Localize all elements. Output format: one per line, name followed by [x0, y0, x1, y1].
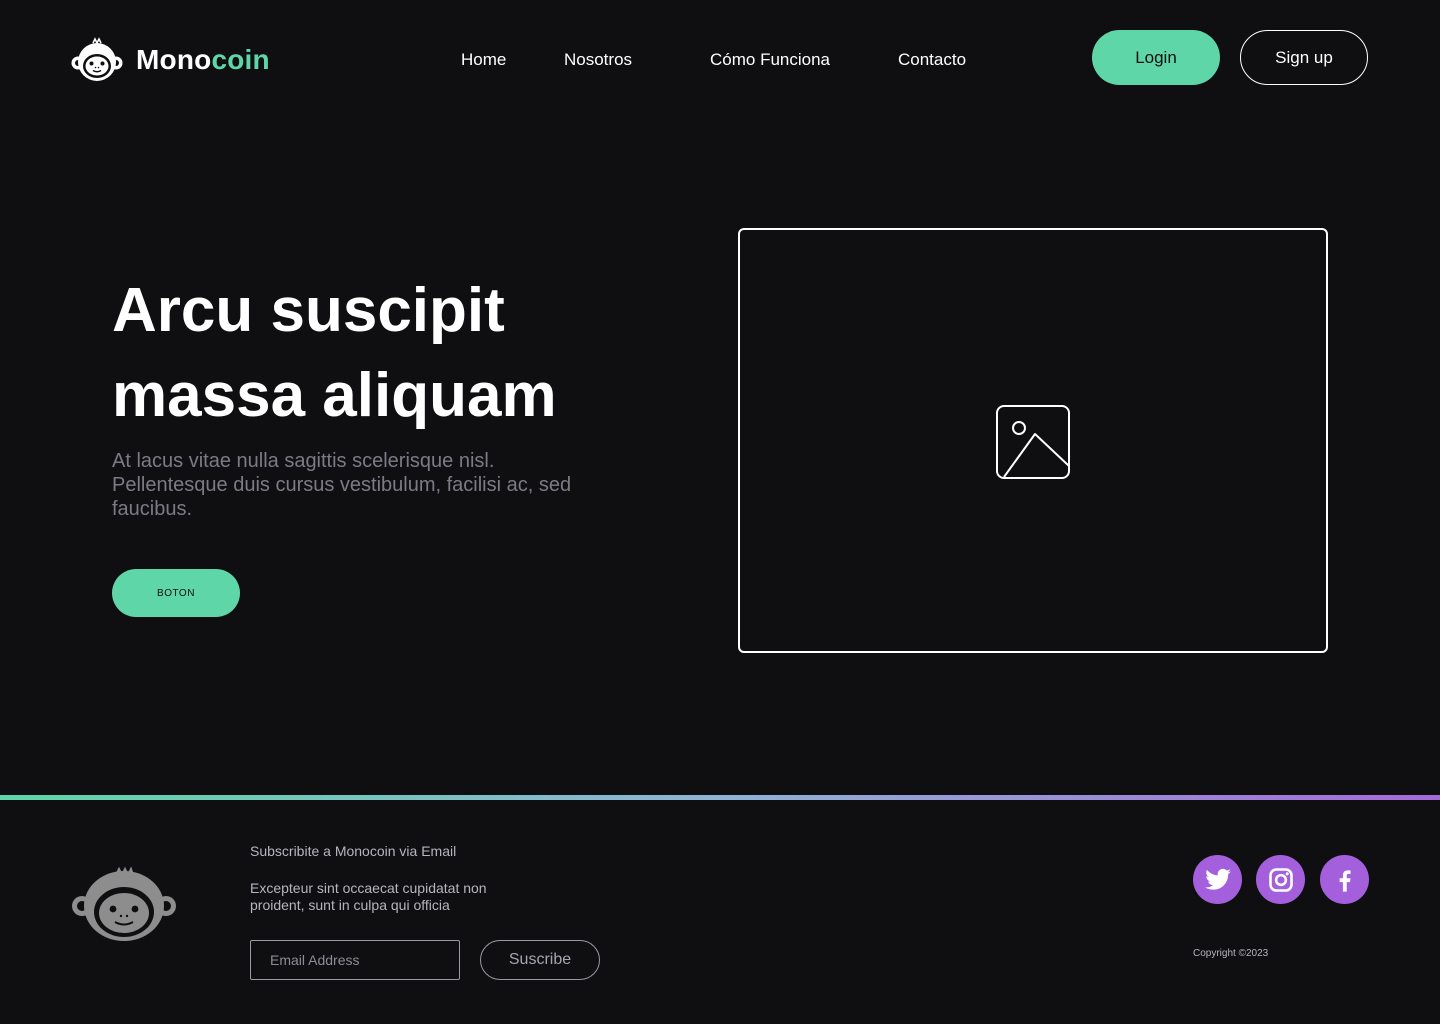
gradient-divider — [0, 795, 1440, 800]
email-field[interactable] — [250, 940, 460, 980]
twitter-icon — [1204, 868, 1231, 890]
hero-cta-button[interactable]: BOTON — [112, 569, 240, 617]
hero-title-line1: Arcu suscipit — [112, 276, 505, 345]
nav-nosotros[interactable]: Nosotros — [564, 50, 632, 70]
instagram-link[interactable] — [1256, 855, 1305, 904]
brand-name-part2: coin — [211, 44, 270, 75]
brand-name-part1: Mono — [136, 44, 212, 75]
facebook-link[interactable] — [1320, 855, 1369, 904]
nav-contacto[interactable]: Contacto — [898, 50, 966, 70]
instagram-icon — [1268, 867, 1293, 892]
brand-logo[interactable]: Monocoin — [70, 36, 270, 84]
hero-title: Arcu suscipit massa aliquam — [112, 268, 672, 438]
site-header: Monocoin Home Nosotros Cómo Funciona Con… — [0, 0, 1440, 120]
footer-monkey-icon — [72, 866, 176, 941]
subscribe-title: Subscribite a Monocoin via Email — [250, 843, 457, 859]
hero-image-placeholder — [738, 228, 1328, 653]
facebook-icon — [1339, 869, 1351, 892]
copyright-text: Copyright ©2023 — [1193, 948, 1269, 959]
nav-home[interactable]: Home — [461, 50, 506, 70]
monkey-face-icon — [71, 37, 123, 81]
subscribe-description: Excepteur sint occaecat cupidatat non pr… — [250, 880, 487, 913]
signup-button[interactable]: Sign up — [1240, 30, 1368, 85]
twitter-link[interactable] — [1193, 855, 1242, 904]
nav-como-funciona[interactable]: Cómo Funciona — [710, 50, 830, 70]
brand-name: Monocoin — [136, 44, 270, 76]
subscribe-button[interactable]: Suscribe — [480, 940, 600, 980]
image-placeholder-icon — [996, 404, 1070, 479]
hero-description: At lacus vitae nulla sagittis scelerisqu… — [112, 450, 572, 520]
login-button[interactable]: Login — [1092, 30, 1220, 85]
hero-title-line2: massa aliquam — [112, 361, 557, 430]
